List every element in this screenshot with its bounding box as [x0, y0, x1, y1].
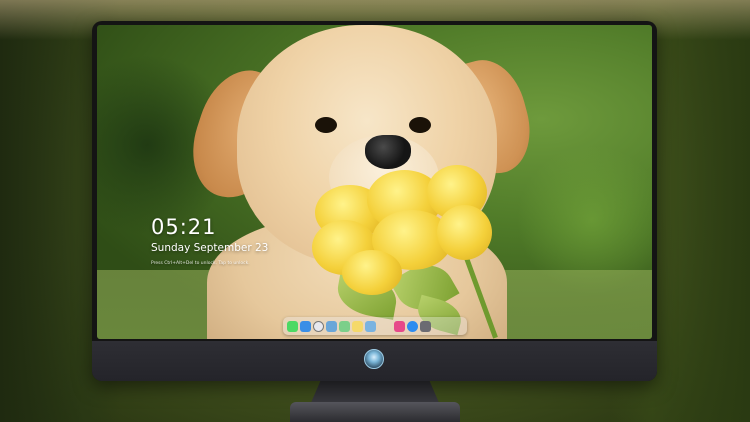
notes-icon[interactable] [352, 320, 363, 332]
monitor: 05:21 Sunday September 23 Press Ctrl+Alt… [92, 21, 657, 381]
finder-icon[interactable] [300, 320, 311, 332]
dock-separator [378, 321, 392, 332]
lock-screen-clock: 05:21 [151, 215, 217, 239]
wallpaper-puppy-nose [365, 135, 411, 169]
wallpaper-puppy-eye-right [409, 117, 431, 133]
music-icon[interactable] [394, 320, 405, 332]
safari-icon[interactable] [313, 320, 324, 332]
wallpaper-flower-petal [342, 250, 402, 295]
lock-screen-hint: Press Ctrl+Alt+Del to unlock. Tap to unl… [151, 261, 250, 266]
monitor-logo-icon [364, 349, 384, 369]
messages-icon[interactable] [287, 320, 298, 332]
lock-screen-date: Sunday September 23 [151, 242, 269, 254]
app-store-icon[interactable] [407, 320, 418, 332]
dock [283, 317, 467, 335]
monitor-stand-base [290, 402, 460, 422]
preview-icon[interactable] [326, 320, 337, 332]
wallpaper-flower-petal [437, 205, 492, 260]
wallpaper-puppy-eye-left [315, 117, 337, 133]
system-preferences-icon[interactable] [420, 320, 431, 332]
lock-screen[interactable]: 05:21 Sunday September 23 Press Ctrl+Alt… [97, 25, 652, 339]
maps-icon[interactable] [339, 320, 350, 332]
photos-icon[interactable] [365, 320, 376, 332]
